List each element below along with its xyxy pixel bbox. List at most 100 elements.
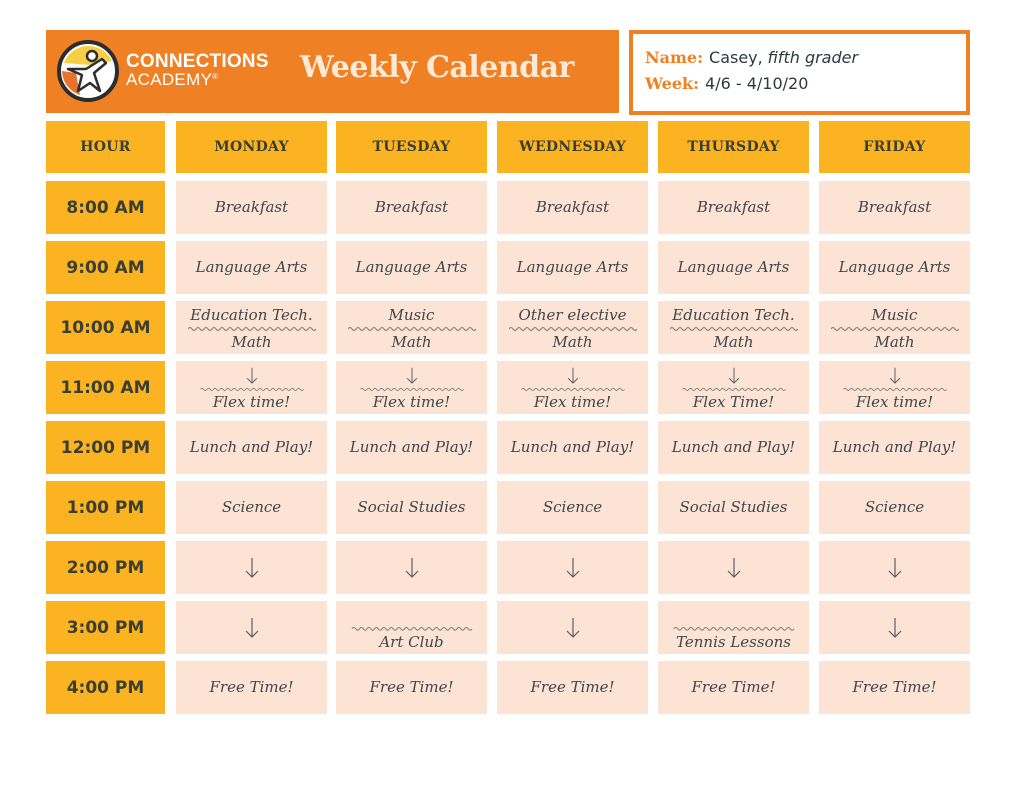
activity-text: Language Arts — [677, 258, 790, 277]
activity-text: Other elective — [518, 306, 627, 324]
schedule-slot: Breakfast — [176, 181, 327, 234]
hour-label: 3:00 PM — [46, 601, 165, 654]
schedule-slot: Lunch and Play! — [819, 421, 970, 474]
activity-text: Science — [221, 498, 282, 517]
activity-text: Math — [874, 332, 915, 351]
schedule-slot: Tennis Lessons — [658, 601, 809, 654]
wavy-divider — [199, 387, 304, 391]
wavy-divider — [830, 326, 959, 331]
wavy-divider — [520, 387, 625, 391]
activity-text: Lunch and Play! — [671, 438, 796, 457]
schedule-slot — [819, 601, 970, 654]
schedule-slot: Lunch and Play! — [336, 421, 487, 474]
brand-line-2: ACADEMY® — [126, 71, 269, 88]
schedule-slot: Language Arts — [658, 241, 809, 294]
schedule-slot: Science — [176, 481, 327, 534]
schedule-slot: Music Math — [819, 301, 970, 354]
hour-label: 11:00 AM — [46, 361, 165, 414]
activity-text: Flex time! — [372, 392, 451, 411]
schedule-slot: Free Time! — [658, 661, 809, 714]
schedule-slot: Flex time! — [497, 361, 648, 414]
schedule-slot: Lunch and Play! — [658, 421, 809, 474]
wavy-divider — [508, 326, 637, 331]
down-arrow-icon — [889, 367, 900, 384]
schedule-slot: Breakfast — [819, 181, 970, 234]
schedule-slot: Language Arts — [336, 241, 487, 294]
schedule-slot — [336, 541, 487, 594]
down-arrow-icon — [406, 367, 417, 384]
student-info-box: Name: Casey, fifth grader Week: 4/6 - 4/10… — [629, 30, 970, 115]
activity-text: Breakfast — [696, 198, 771, 217]
wavy-divider — [351, 626, 472, 631]
activity-text: Flex time! — [533, 392, 612, 411]
schedule-slot: Education Tech. Math — [176, 301, 327, 354]
activity-text: Science — [542, 498, 603, 517]
name-value: Casey, — [709, 48, 763, 67]
column-header-tuesday: TUESDAY — [336, 121, 487, 173]
down-arrow-icon — [727, 557, 740, 578]
schedule-slot: Flex time! — [819, 361, 970, 414]
schedule-slot: Free Time! — [819, 661, 970, 714]
column-header-thursday: THURSDAY — [658, 121, 809, 173]
schedule-slot: Education Tech. Math — [658, 301, 809, 354]
down-arrow-icon — [405, 557, 418, 578]
brand-line-2-text: ACADEMY — [126, 70, 213, 89]
activity-text: Lunch and Play! — [189, 438, 314, 457]
activity-text: Tennis Lessons — [676, 632, 791, 651]
schedule-slot: Flex time! — [336, 361, 487, 414]
schedule-slot: Flex Time! — [658, 361, 809, 414]
activity-text: Lunch and Play! — [349, 438, 474, 457]
activity-text: Flex time! — [212, 392, 291, 411]
schedule-slot: Social Studies — [336, 481, 487, 534]
activity-text: Education Tech. — [672, 306, 795, 324]
wavy-divider — [359, 387, 464, 391]
down-arrow-icon — [245, 557, 258, 578]
activity-text: Free Time! — [852, 678, 937, 697]
down-arrow-icon — [246, 367, 257, 384]
schedule-slot: Breakfast — [658, 181, 809, 234]
brand-name: CONNECTIONS ACADEMY® — [126, 52, 269, 88]
hour-label: 1:00 PM — [46, 481, 165, 534]
activity-text: Lunch and Play! — [510, 438, 635, 457]
schedule-slot: Social Studies — [658, 481, 809, 534]
activity-text: Free Time! — [209, 678, 294, 697]
header-banner: CONNECTIONS ACADEMY® Weekly Calendar — [46, 30, 619, 113]
activity-text: Language Arts — [355, 258, 468, 277]
activity-text: Social Studies — [357, 498, 466, 517]
schedule-slot: Free Time! — [176, 661, 327, 714]
down-arrow-icon — [888, 617, 901, 638]
column-header-monday: MONDAY — [176, 121, 327, 173]
hour-label: 12:00 PM — [46, 421, 165, 474]
down-arrow-icon — [566, 557, 579, 578]
column-header-hour: HOUR — [46, 121, 165, 173]
schedule-slot: Other elective Math — [497, 301, 648, 354]
activity-text: Flex time! — [855, 392, 934, 411]
schedule-slot: Breakfast — [497, 181, 648, 234]
hour-label: 2:00 PM — [46, 541, 165, 594]
activity-text: Science — [864, 498, 925, 517]
schedule-slot — [497, 601, 648, 654]
column-header-wednesday: WEDNESDAY — [497, 121, 648, 173]
down-arrow-icon — [566, 617, 579, 638]
activity-text: Music — [388, 306, 435, 324]
week-line: Week: 4/6 - 4/10/20 — [645, 74, 808, 94]
activity-text: Free Time! — [691, 678, 776, 697]
activity-text: Language Arts — [516, 258, 629, 277]
grade-note: fifth grader — [767, 48, 859, 67]
hour-label: 4:00 PM — [46, 661, 165, 714]
activity-text: Free Time! — [369, 678, 454, 697]
hour-label: 8:00 AM — [46, 181, 165, 234]
schedule-slot: Science — [497, 481, 648, 534]
schedule-slot — [497, 541, 648, 594]
schedule-slot: Lunch and Play! — [497, 421, 648, 474]
schedule-slot — [658, 541, 809, 594]
wavy-divider — [187, 326, 316, 331]
activity-text: Education Tech. — [190, 306, 313, 324]
week-label: Week: — [645, 74, 700, 93]
wavy-divider — [673, 626, 794, 631]
schedule-slot: Free Time! — [336, 661, 487, 714]
activity-text: Free Time! — [530, 678, 615, 697]
activity-text: Breakfast — [857, 198, 932, 217]
schedule-slot: Science — [819, 481, 970, 534]
schedule-slot: Art Club — [336, 601, 487, 654]
